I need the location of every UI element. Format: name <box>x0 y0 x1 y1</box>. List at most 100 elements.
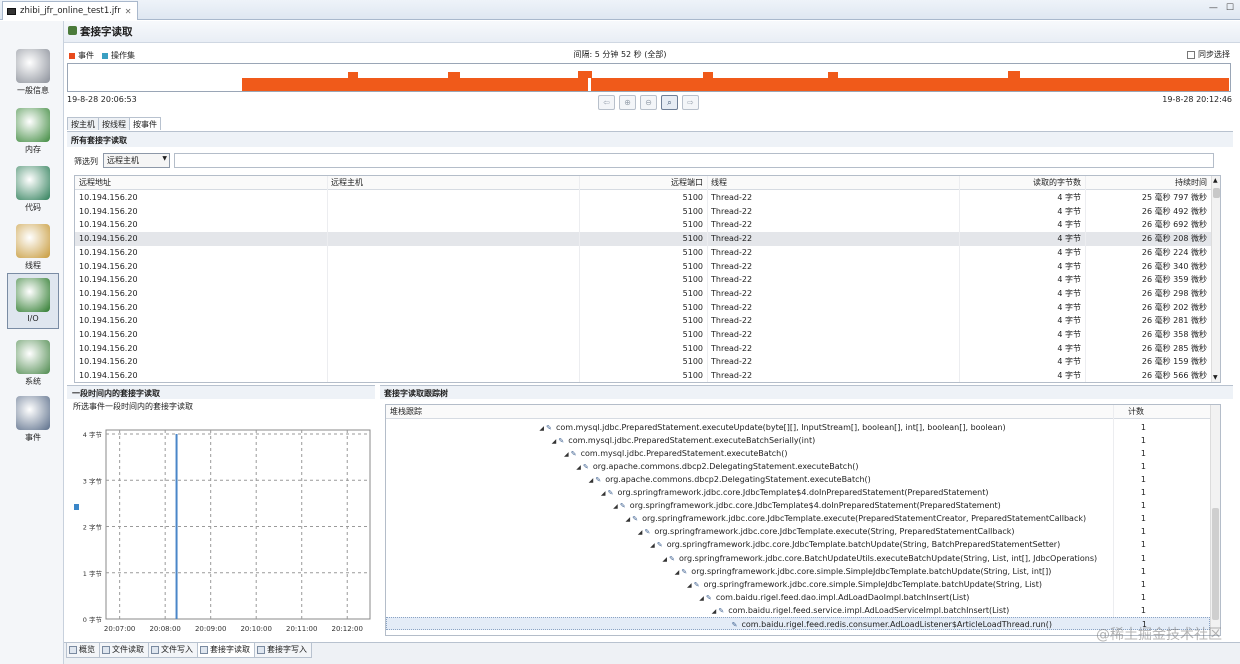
table-row[interactable]: 10.194.156.20 5100 Thread-22 4 字节 26 毫秒 224 … <box>75 246 1211 260</box>
table-row[interactable]: 10.194.156.20 5100 Thread-22 4 字节 26 毫秒 208 … <box>75 232 1211 246</box>
table-cell: Thread-22 <box>711 206 753 216</box>
editor-tab[interactable]: zhibi_jfr_online_test1.jfr ✕ <box>2 1 139 20</box>
tree-row[interactable]: ◢ ✎ org.springframework.jdbc.core.JdbcTemp… <box>386 499 1210 512</box>
table-row[interactable]: 10.194.156.20 5100 Thread-22 4 字节 26 毫秒 358 … <box>75 328 1211 342</box>
tree-row[interactable]: ◢ ✎ com.baidu.rigel.feed.dao.impl.AdLoadDa… <box>386 591 1210 604</box>
table-row[interactable]: 10.194.156.20 5100 Thread-22 4 字节 26 毫秒 359 … <box>75 273 1211 287</box>
method-icon: ✎ <box>644 528 651 537</box>
zoom-out-icon[interactable]: ⊖ <box>640 95 657 110</box>
sidebar-item-3[interactable]: 线程 <box>7 220 59 276</box>
page-tab-4[interactable]: 套接字写入 <box>254 643 312 658</box>
tree-row[interactable]: ◢ ✎ com.mysql.jdbc.PreparedStatement.execu… <box>386 447 1210 460</box>
sidebar-item-1[interactable]: 内存 <box>7 104 59 160</box>
tree-row[interactable]: ◢ ✎ org.apache.commons.dbcp2.DelegatingSta… <box>386 460 1210 473</box>
sidebar-item-4[interactable]: I/O <box>7 273 59 329</box>
column-header[interactable]: 计数 <box>1128 405 1168 418</box>
tree-expand-icon[interactable]: ◢ <box>622 513 630 526</box>
table-row[interactable]: 10.194.156.20 5100 Thread-22 4 字节 26 毫秒 202 … <box>75 301 1211 315</box>
sidebar-item-6[interactable]: 事件 <box>7 392 59 448</box>
table-row[interactable]: 10.194.156.20 5100 Thread-22 4 字节 26 毫秒 285 … <box>75 342 1211 356</box>
sidebar-item-2[interactable]: 代码 <box>7 162 59 218</box>
column-header[interactable]: 读取的字节数 <box>963 176 1081 189</box>
tree-row[interactable]: ◢ ✎ org.springframework.jdbc.core.simple.S… <box>386 578 1210 591</box>
zoom-forward-icon[interactable]: ⇨ <box>682 95 699 110</box>
column-header[interactable]: 远程地址 <box>79 176 319 189</box>
zoom-back-icon[interactable]: ⇦ <box>598 95 615 110</box>
tab-by-host[interactable]: 按主机 <box>67 117 99 130</box>
tab-by-thread[interactable]: 按线程 <box>98 117 130 130</box>
table-row[interactable]: 10.194.156.20 5100 Thread-22 4 字节 26 毫秒 692 … <box>75 218 1211 232</box>
page-tabs: 概览 文件读取 文件写入 套接字读取 套接字写入 <box>64 642 1240 664</box>
table-cell: 26 毫秒 340 微秒 <box>1141 261 1207 271</box>
table-cell: 10.194.156.20 <box>79 357 138 367</box>
tree-expand-icon[interactable]: ◢ <box>561 448 569 461</box>
column-header[interactable]: 线程 <box>711 176 951 189</box>
tree-row[interactable]: ◢ ✎ org.springframework.jdbc.core.JdbcTemp… <box>386 525 1210 538</box>
table-row[interactable]: 10.194.156.20 5100 Thread-22 4 字节 26 毫秒 340 … <box>75 260 1211 274</box>
checkbox-icon[interactable] <box>1187 50 1195 59</box>
method-icon: ✎ <box>731 620 738 629</box>
tree-expand-icon[interactable]: ◢ <box>610 500 618 513</box>
tree-row[interactable]: ◢ ✎ org.springframework.jdbc.core.JdbcTemp… <box>386 512 1210 525</box>
column-header[interactable]: 远程主机 <box>331 176 571 189</box>
column-header[interactable]: 远程端口 <box>581 176 703 189</box>
column-header[interactable]: 堆栈跟踪 <box>390 405 690 418</box>
table-row[interactable]: 10.194.156.20 5100 Thread-22 4 字节 26 毫秒 298 … <box>75 287 1211 301</box>
tree-expand-icon[interactable]: ◢ <box>573 461 581 474</box>
page-tab-label: 文件读取 <box>112 645 144 654</box>
tree-expand-icon[interactable]: ◢ <box>536 422 544 435</box>
page-tab-1[interactable]: 文件读取 <box>99 643 149 658</box>
tree-expand-icon[interactable]: ◢ <box>659 553 667 566</box>
tree-expand-icon[interactable]: ◢ <box>684 579 692 592</box>
tree-expand-icon[interactable]: ◢ <box>548 435 557 448</box>
tree-expand-icon[interactable]: ◢ <box>671 566 680 579</box>
table-row[interactable]: 10.194.156.20 5100 Thread-22 4 字节 26 毫秒 492 … <box>75 205 1211 219</box>
tree-row[interactable]: ◢ ✎ org.springframework.jdbc.core.JdbcTemp… <box>386 538 1210 551</box>
table-row[interactable]: 10.194.156.20 5100 Thread-22 4 字节 26 毫秒 566 … <box>75 369 1211 382</box>
minimize-button[interactable]: — <box>1209 3 1218 13</box>
page-tab-3[interactable]: 套接字读取 <box>197 643 255 658</box>
timeline-range-selector[interactable] <box>67 63 1231 92</box>
sync-selection-checkbox[interactable]: 同步选择 <box>1187 49 1230 60</box>
tree-expand-icon[interactable]: ◢ <box>598 487 606 500</box>
table-row[interactable]: 10.194.156.20 5100 Thread-22 4 字节 25 毫秒 797 … <box>75 191 1211 205</box>
zoom-selection-icon[interactable]: ⌕ <box>661 95 678 110</box>
maximize-button[interactable]: ☐ <box>1226 3 1234 13</box>
tree-row[interactable]: ◢ ✎ org.apache.commons.dbcp2.DelegatingSta… <box>386 473 1210 486</box>
tree-scrollbar[interactable] <box>1210 405 1220 635</box>
zoom-in-icon[interactable]: ⊕ <box>619 95 636 110</box>
tree-row[interactable]: ◢ ✎ com.mysql.jdbc.PreparedStatement.execu… <box>386 421 1210 434</box>
tree-section-title: 套接字读取跟踪树 <box>384 389 448 398</box>
tree-row-count: 1 <box>1140 592 1146 602</box>
tree-row-count: 1 <box>1140 605 1146 615</box>
scroll-down-icon[interactable]: ▼ <box>1213 374 1218 381</box>
tree-row[interactable]: ◢ ✎ com.baidu.rigel.feed.service.impl.AdLo… <box>386 604 1210 617</box>
chart-bar[interactable] <box>175 434 178 619</box>
page-tab-0[interactable]: 概览 <box>66 643 100 658</box>
scroll-up-icon[interactable]: ▲ <box>1213 177 1218 184</box>
table-cell: 5100 <box>682 206 703 216</box>
page-tab-2[interactable]: 文件写入 <box>148 643 198 658</box>
scrollbar-thumb[interactable] <box>1212 508 1219 620</box>
tree-expand-icon[interactable]: ◢ <box>585 474 594 487</box>
table-row[interactable]: 10.194.156.20 5100 Thread-22 4 字节 26 毫秒 281 … <box>75 314 1211 328</box>
tree-row[interactable]: ✎ com.baidu.rigel.feed.redis.consumer.AdL… <box>386 616 1210 630</box>
tree-expand-icon[interactable]: ◢ <box>647 539 655 552</box>
tree-row[interactable]: ◢ ✎ org.springframework.jdbc.core.BatchUpd… <box>386 552 1210 565</box>
tree-row[interactable]: ◢ ✎ org.springframework.jdbc.core.JdbcTemp… <box>386 486 1210 499</box>
table-row[interactable]: 10.194.156.20 5100 Thread-22 4 字节 26 毫秒 159 … <box>75 355 1211 369</box>
tab-by-event[interactable]: 按事件 <box>129 117 161 130</box>
scrollbar-thumb[interactable] <box>1213 188 1220 198</box>
filter-input[interactable] <box>174 153 1214 168</box>
tree-row-count: 1 <box>1140 436 1146 446</box>
tree-expand-icon[interactable]: ◢ <box>634 526 643 539</box>
column-header[interactable]: 持续时间 <box>1087 176 1207 189</box>
table-scrollbar[interactable]: ▲ ▼ <box>1211 176 1220 382</box>
tree-expand-icon[interactable]: ◢ <box>708 605 717 618</box>
tree-expand-icon[interactable]: ◢ <box>696 592 704 605</box>
tree-row[interactable]: ◢ ✎ org.springframework.jdbc.core.simple.S… <box>386 565 1210 578</box>
filter-column-select[interactable]: 远程主机 ▼ <box>103 153 170 168</box>
close-icon[interactable]: ✕ <box>125 7 132 16</box>
tree-row[interactable]: ◢ ✎ com.mysql.jdbc.PreparedStatement.execu… <box>386 434 1210 447</box>
sidebar-item-5[interactable]: 系统 <box>7 336 59 392</box>
